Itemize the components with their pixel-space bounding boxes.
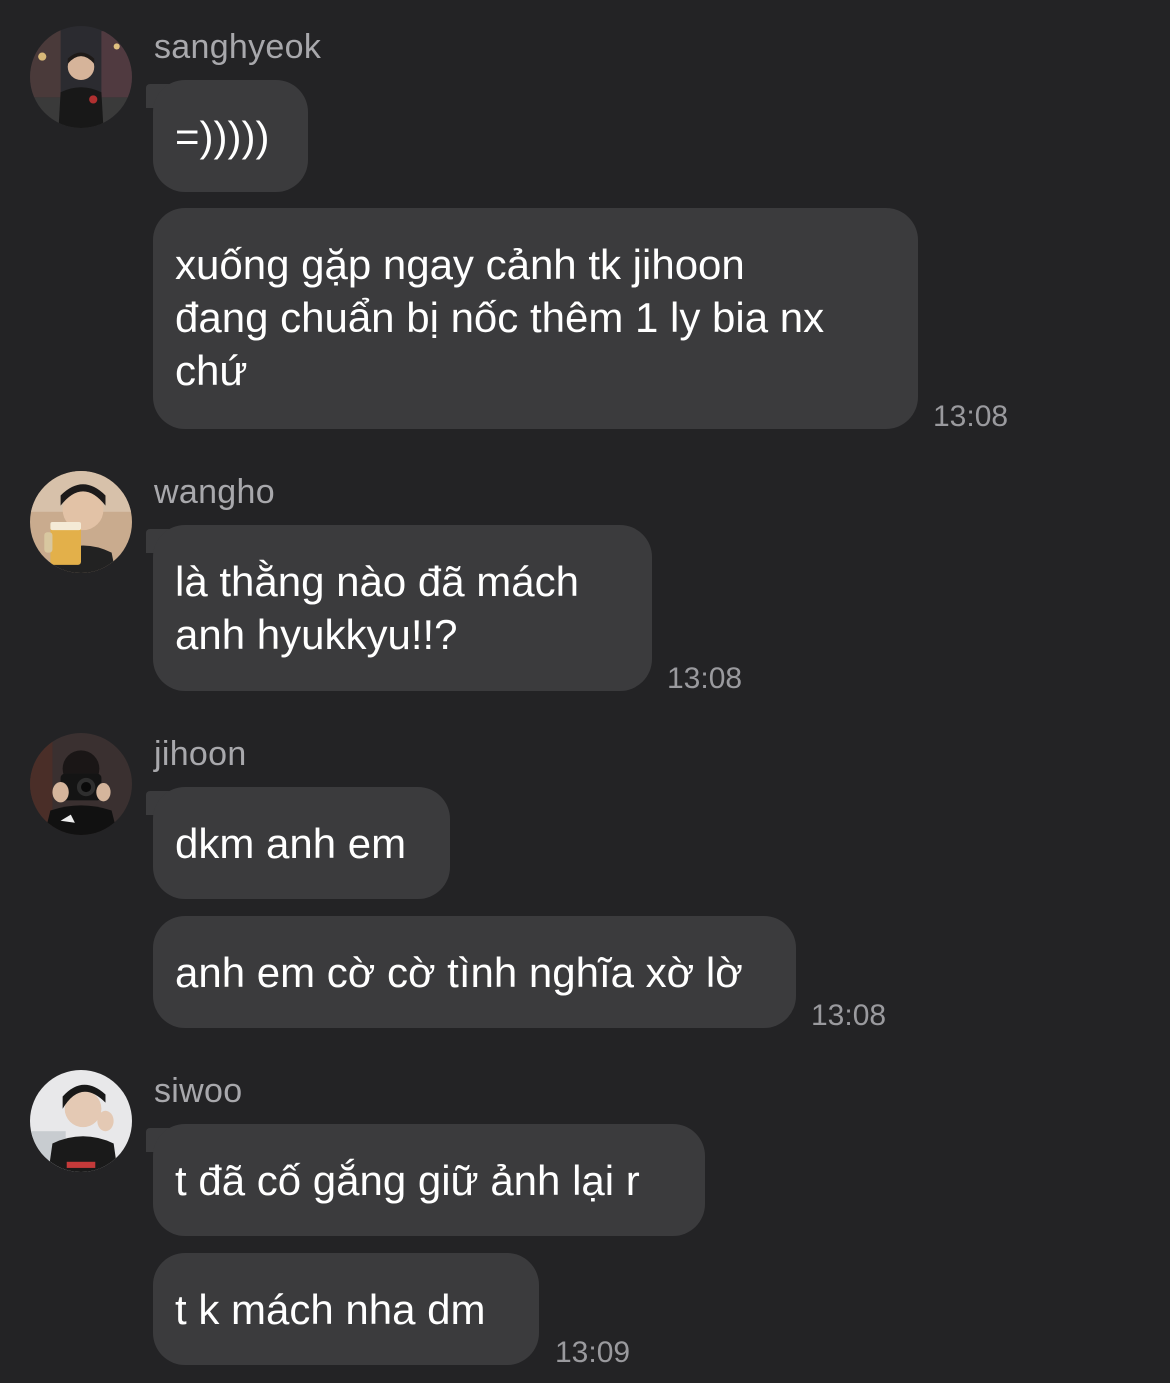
avatar-photo-jihoon-icon [30, 733, 132, 835]
message-bubble[interactable]: t k mách nha dm [153, 1253, 539, 1365]
message-timestamp: 13:09 [555, 1336, 631, 1369]
sender-name: siwoo [154, 1072, 243, 1110]
message-timestamp: 13:08 [811, 999, 887, 1032]
sender-name: sanghyeok [154, 28, 322, 66]
message-bubble[interactable]: anh em cờ cờ tình nghĩa xờ lờ [153, 916, 796, 1028]
message-bubble[interactable]: =))))) [153, 80, 308, 192]
message-bubble[interactable]: t đã cố gắng giữ ảnh lại r [153, 1124, 705, 1236]
avatar-wangho[interactable] [30, 471, 132, 573]
avatar-sanghyeok[interactable] [30, 26, 132, 128]
avatar-photo-wangho-icon [30, 471, 132, 573]
avatar-siwoo[interactable] [30, 1070, 132, 1172]
message-timestamp: 13:08 [933, 400, 1009, 433]
avatar-photo-siwoo-icon [30, 1070, 132, 1172]
message-bubble[interactable]: là thằng nào đã mách anh hyukkyu!!? [153, 525, 652, 691]
message-bubble[interactable]: xuống gặp ngay cảnh tk jihoon đang chuẩn… [153, 208, 918, 429]
avatar-photo-sanghyeok-icon [30, 26, 132, 128]
sender-name: wangho [154, 473, 275, 511]
avatar-jihoon[interactable] [30, 733, 132, 835]
message-timestamp: 13:08 [667, 662, 743, 695]
message-bubble[interactable]: dkm anh em [153, 787, 450, 899]
sender-name: jihoon [154, 735, 247, 773]
